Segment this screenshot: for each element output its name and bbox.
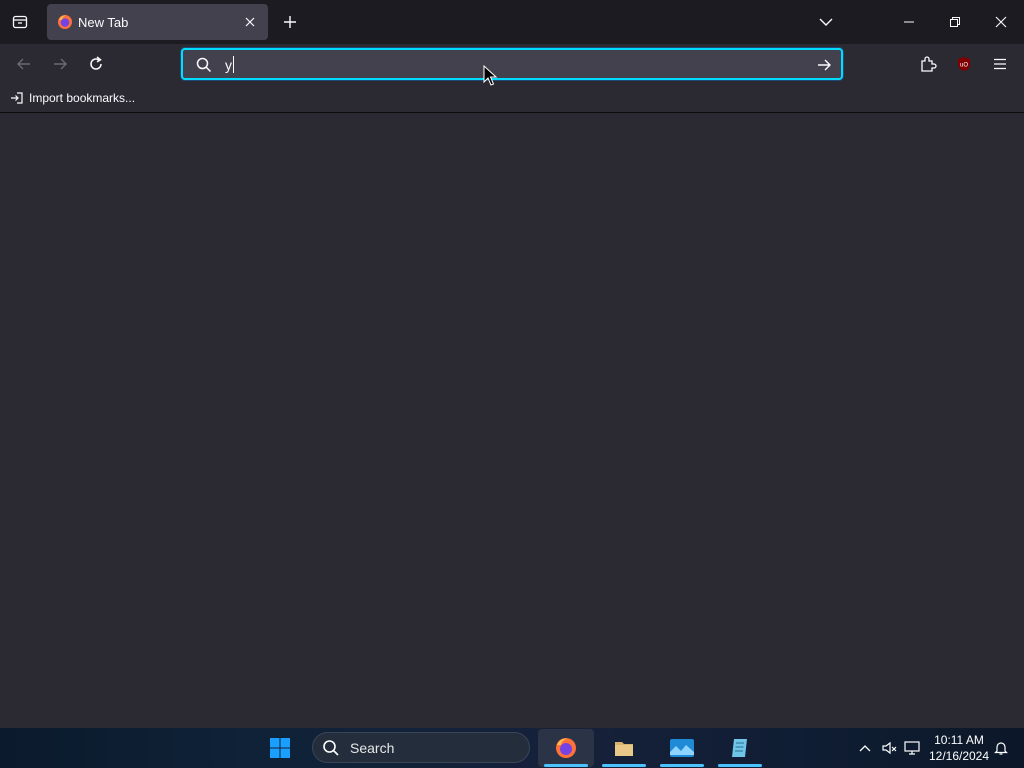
restore-icon bbox=[950, 17, 960, 27]
taskbar-app-file-explorer[interactable] bbox=[596, 729, 652, 767]
taskbar-app-notepad[interactable] bbox=[712, 729, 768, 767]
taskbar-search-box[interactable]: Search bbox=[312, 732, 530, 763]
arrow-left-icon bbox=[17, 58, 30, 70]
back-button[interactable] bbox=[10, 50, 38, 78]
active-indicator bbox=[544, 764, 588, 767]
reload-button[interactable] bbox=[82, 50, 110, 78]
firefox-view-button[interactable] bbox=[6, 8, 34, 36]
restore-button[interactable] bbox=[932, 0, 978, 44]
firefox-icon bbox=[58, 15, 72, 29]
running-indicator bbox=[718, 764, 762, 767]
volume-muted-icon bbox=[882, 741, 897, 755]
import-bookmarks-label: Import bookmarks... bbox=[29, 91, 136, 105]
photos-icon bbox=[670, 739, 694, 757]
import-bookmarks-button[interactable]: Import bookmarks... bbox=[10, 88, 135, 108]
url-input[interactable] bbox=[225, 54, 785, 76]
puzzle-icon bbox=[921, 56, 937, 72]
start-button[interactable] bbox=[262, 732, 298, 764]
page-content[interactable] bbox=[0, 113, 1024, 728]
taskbar: Search 10:11 AM 12/16/2024 bbox=[0, 728, 1024, 768]
hamburger-menu-icon bbox=[994, 58, 1006, 70]
chevron-down-icon bbox=[819, 18, 833, 26]
go-button[interactable] bbox=[811, 52, 837, 78]
taskbar-search-label: Search bbox=[350, 739, 395, 756]
taskbar-app-firefox[interactable] bbox=[538, 729, 594, 767]
taskbar-app-photos[interactable] bbox=[654, 729, 710, 767]
tab-strip: New Tab bbox=[0, 0, 1024, 44]
tab-title: New Tab bbox=[78, 15, 129, 30]
tab-new-tab[interactable]: New Tab bbox=[47, 4, 268, 40]
show-hidden-icons-button[interactable] bbox=[854, 736, 876, 760]
close-icon bbox=[995, 16, 1007, 28]
taskbar-clock[interactable]: 10:11 AM 12/16/2024 bbox=[926, 732, 992, 764]
plus-icon bbox=[284, 16, 296, 28]
firefox-view-icon bbox=[12, 15, 28, 29]
text-caret bbox=[233, 56, 234, 73]
svg-text:uO: uO bbox=[960, 63, 968, 69]
url-bar[interactable] bbox=[181, 48, 843, 80]
notifications-button[interactable] bbox=[990, 736, 1012, 760]
windows-logo-icon bbox=[270, 738, 290, 758]
bell-icon bbox=[994, 742, 1008, 755]
tab-close-button[interactable] bbox=[240, 12, 260, 32]
search-icon bbox=[196, 57, 212, 73]
bookmarks-toolbar: Import bookmarks... bbox=[0, 84, 1024, 113]
firefox-icon bbox=[556, 738, 576, 758]
forward-button[interactable] bbox=[46, 50, 74, 78]
volume-button[interactable] bbox=[878, 736, 900, 760]
arrow-right-icon bbox=[818, 59, 831, 71]
search-icon bbox=[323, 739, 339, 756]
ublock-origin-button[interactable]: uO bbox=[950, 50, 978, 78]
file-explorer-icon bbox=[615, 742, 633, 756]
import-icon bbox=[11, 92, 23, 104]
ublock-origin-icon: uO bbox=[958, 57, 970, 71]
close-window-button[interactable] bbox=[978, 0, 1024, 44]
close-icon bbox=[245, 17, 255, 27]
clock-time: 10:11 AM bbox=[934, 733, 984, 747]
running-indicator bbox=[602, 764, 646, 767]
minimize-icon bbox=[904, 21, 914, 23]
list-all-tabs-button[interactable] bbox=[812, 8, 840, 36]
network-icon bbox=[904, 741, 920, 755]
extensions-button[interactable] bbox=[914, 50, 942, 78]
running-indicator bbox=[660, 764, 704, 767]
new-tab-button[interactable] bbox=[276, 8, 304, 36]
clock-date: 12/16/2024 bbox=[928, 749, 990, 763]
notepad-icon bbox=[732, 739, 747, 757]
app-menu-button[interactable] bbox=[986, 50, 1014, 78]
reload-icon bbox=[90, 56, 102, 70]
arrow-right-icon bbox=[54, 58, 67, 70]
minimize-button[interactable] bbox=[886, 0, 932, 44]
mouse-cursor-icon bbox=[483, 65, 498, 86]
navigation-toolbar: uO bbox=[0, 44, 1024, 84]
chevron-up-icon bbox=[859, 745, 871, 752]
network-button[interactable] bbox=[901, 736, 923, 760]
